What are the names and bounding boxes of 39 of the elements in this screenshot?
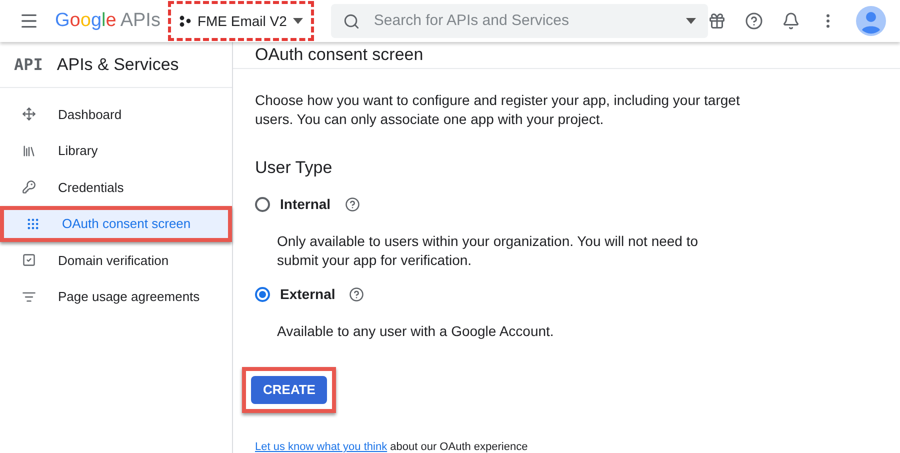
search-bar[interactable]: Search for APIs and Services [330, 4, 708, 38]
radio-label: External [280, 285, 336, 304]
option-description: Available to any user with a Google Account. [277, 322, 555, 341]
feedback-text: Let us know what you think about our OAuth experience [255, 440, 529, 453]
api-label: API [14, 54, 43, 76]
caret-icon [292, 18, 303, 24]
gift-icon[interactable] [708, 12, 726, 30]
sidebar-item[interactable]: OAuth consent screen [0, 206, 232, 242]
checkbox-icon [22, 253, 36, 268]
search-field[interactable]: Search for APIs and Services [374, 10, 672, 32]
section-title: APIs & Services [56, 54, 179, 76]
user-type-heading: User Type [255, 156, 334, 178]
project-dots-icon [179, 15, 192, 27]
intro-text: Choose how you want to configure and register your app, including your target users. You can only associate one app with your project. [255, 90, 740, 128]
project-selector[interactable]: FME Email V2 [168, 1, 314, 41]
help-icon[interactable] [349, 287, 364, 302]
radio-label: Internal [280, 195, 331, 214]
option-description: Only available to users within your organization. You will not need to submit your app for verification. [277, 232, 700, 270]
create-button[interactable]: CREATE [251, 376, 328, 404]
help-icon[interactable] [344, 197, 360, 212]
move-arrows-icon [22, 107, 36, 122]
dot-grid-icon [26, 216, 40, 231]
sidebar-item[interactable]: Page usage agreements [0, 278, 232, 315]
page-title: OAuth consent screen [255, 44, 424, 66]
radio-button[interactable] [255, 287, 270, 302]
sidebar-item[interactable]: Credentials [0, 169, 232, 206]
key-icon [22, 180, 36, 194]
sidebar-item[interactable]: Domain verification [0, 242, 232, 278]
search-icon [342, 12, 360, 30]
google-apis-logo: Google APIs [55, 8, 160, 33]
caret-icon [686, 18, 696, 24]
avatar-icon[interactable] [856, 6, 886, 36]
radio-button[interactable] [255, 197, 270, 212]
notifications-icon[interactable] [782, 12, 800, 30]
help-icon[interactable] [745, 12, 763, 30]
sidebar-item[interactable]: Dashboard [0, 96, 232, 132]
sidebar-item[interactable]: Library [0, 132, 232, 169]
library-icon [22, 144, 36, 158]
feedback-link[interactable]: Let us know what you think [255, 441, 388, 453]
